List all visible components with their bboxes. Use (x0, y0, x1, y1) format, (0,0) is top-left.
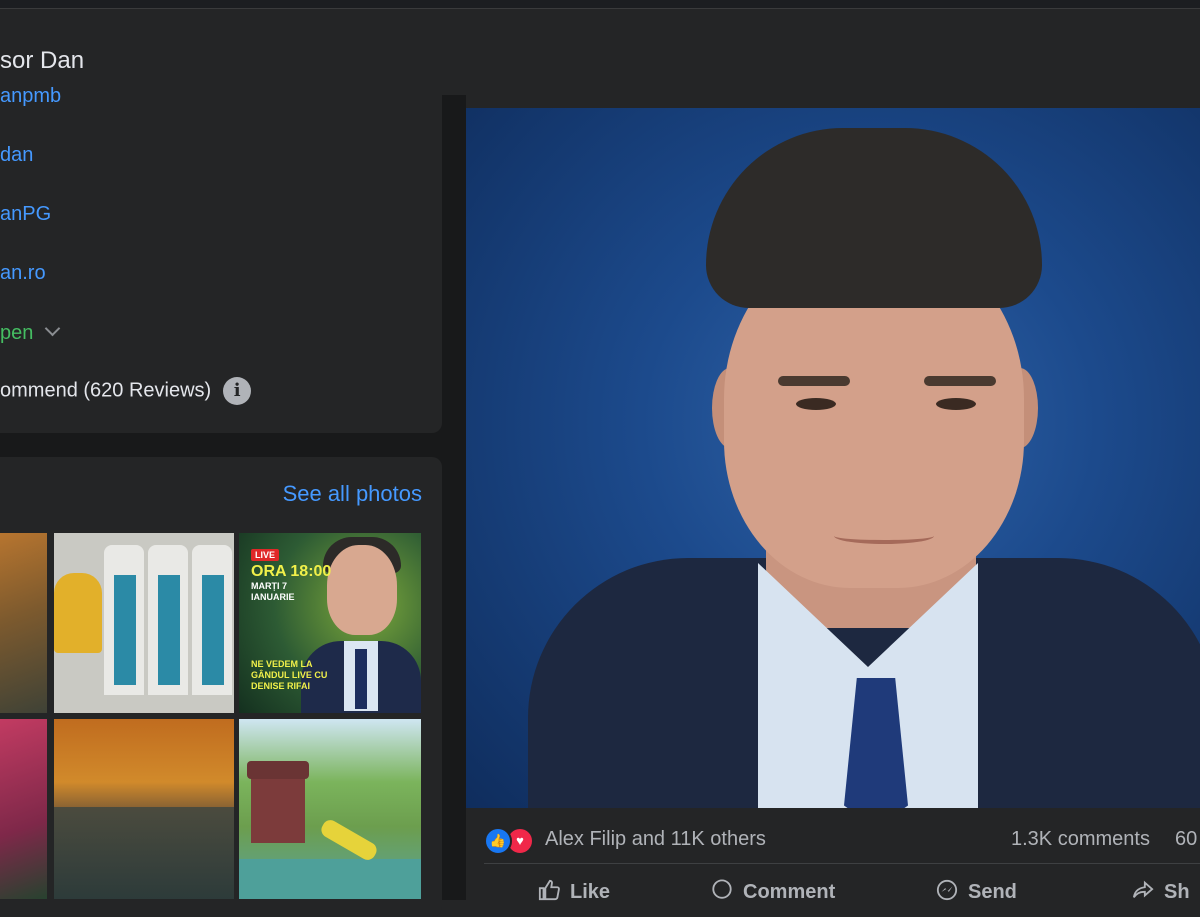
intro-card: anpmb dan anPG an.ro pen ommend (620 Rev… (0, 85, 442, 433)
like-reaction-icon[interactable]: 👍 (484, 827, 512, 855)
reactions-summary[interactable]: Alex Filip and 11K others (545, 828, 766, 851)
profile-link[interactable]: dan (0, 144, 33, 167)
see-all-photos-link[interactable]: See all photos (283, 481, 422, 507)
portable-toilet (192, 545, 232, 695)
comments-count[interactable]: 1.3K comments (1011, 828, 1150, 851)
photo-thumbnail[interactable] (0, 719, 47, 899)
social-link[interactable]: anPG (0, 203, 51, 226)
divider (484, 863, 1200, 864)
post-photo[interactable] (466, 108, 1200, 808)
instagram-link[interactable]: anpmb (0, 85, 61, 108)
website-link[interactable]: an.ro (0, 262, 46, 285)
comment-button[interactable]: Comment (711, 879, 835, 904)
send-button[interactable]: Send (936, 879, 1017, 904)
post-viewer: 👍 ♥ Alex Filip and 11K others 1.3K comme… (466, 95, 1200, 903)
thumbs-up-icon (538, 879, 560, 901)
playground-slide (318, 817, 380, 863)
portrait-eye (796, 398, 836, 410)
live-badge: LIVE (251, 549, 280, 561)
live-time: ORA 18:00 (251, 563, 332, 580)
photo-thumbnail[interactable] (0, 533, 47, 713)
playground-structure (251, 779, 305, 843)
recommend-label: ommend (620 Reviews) (0, 379, 212, 402)
comment-bubble-icon (712, 879, 732, 899)
like-button[interactable]: Like (538, 879, 610, 904)
portrait-hair (706, 128, 1042, 308)
portable-toilet (148, 545, 188, 695)
open-status-label: pen (0, 322, 34, 344)
pond (54, 807, 234, 899)
hours-status[interactable]: pen (0, 320, 61, 345)
share-arrow-icon (1132, 880, 1154, 898)
portable-toilet (104, 545, 144, 695)
post-actions: Like Comment Send Sh (484, 875, 1200, 905)
person-figure (54, 573, 102, 653)
live-text: NE VEDEM LA GÂNDUL LIVE CU DENISE RIFAI (251, 659, 328, 691)
page-title: sor Dan (0, 47, 85, 74)
browser-top-bar (0, 0, 1200, 9)
live-date: MARȚI 7 IANUARIE (251, 581, 295, 602)
portrait-tie (355, 649, 367, 709)
portrait-brow (778, 376, 850, 386)
photo-thumbnail[interactable] (239, 719, 421, 899)
portrait-mouth (834, 528, 934, 544)
recommend-row: ommend (620 Reviews) i (0, 377, 252, 405)
playground-ground (239, 859, 421, 899)
playground-roof (247, 761, 309, 779)
photo-thumbnail[interactable] (54, 533, 234, 713)
shares-count[interactable]: 60 (1175, 828, 1197, 851)
portrait-eye (936, 398, 976, 410)
share-button[interactable]: Sh (1132, 879, 1190, 904)
chevron-down-icon[interactable] (45, 320, 61, 337)
scroll-thumb[interactable] (450, 95, 458, 900)
messenger-icon (936, 879, 958, 901)
portrait-head (327, 545, 397, 635)
photo-thumbnail-live[interactable]: LIVE ORA 18:00 MARȚI 7 IANUARIE NE VEDEM… (239, 533, 421, 713)
photos-card: See all photos LIVE ORA 18:00 MARȚI 7 IA… (0, 457, 442, 917)
page-header: sor Dan (0, 9, 1200, 95)
info-icon[interactable]: i (223, 377, 252, 405)
reactions-bar: 👍 ♥ Alex Filip and 11K others 1.3K comme… (484, 825, 1200, 855)
left-scrollbar[interactable] (443, 95, 466, 900)
portrait-brow (924, 376, 996, 386)
photo-thumbnail[interactable] (54, 719, 234, 899)
